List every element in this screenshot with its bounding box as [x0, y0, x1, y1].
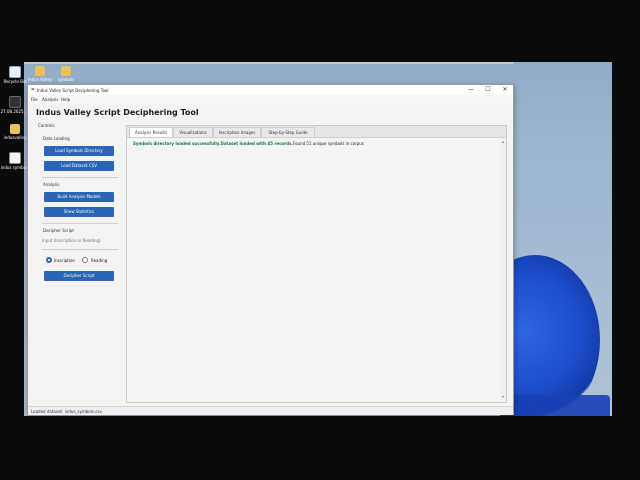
results-scrollbar[interactable]: ▴ ▾ — [500, 139, 506, 400]
analysis-label: Analysis — [43, 182, 60, 187]
divider — [42, 223, 118, 224]
scroll-up-icon[interactable]: ▴ — [500, 139, 506, 145]
file-icon — [9, 96, 21, 108]
close-button[interactable]: ✕ — [499, 86, 511, 94]
folder-icon — [35, 66, 45, 76]
build-models-button[interactable]: Build Analysis Models — [44, 192, 114, 202]
folder-icon — [61, 66, 71, 76]
data-loading-label: Data Loading — [43, 136, 70, 141]
load-symbols-button[interactable]: Load Symbols Directory — [44, 146, 114, 156]
controls-title: Controls — [38, 123, 55, 128]
radio-inscription-label: Inscription — [54, 258, 75, 263]
letterbox-right — [612, 0, 640, 480]
letterbox-top — [0, 0, 640, 62]
decipher-label: Decipher Script — [43, 228, 74, 233]
results-text: Symbols directory loaded successfully.Da… — [133, 141, 364, 146]
maximize-button[interactable]: ☐ — [482, 86, 494, 94]
radio-inscription[interactable] — [46, 257, 52, 263]
tab-step-by-step-guide[interactable]: Step-by-Step Guide — [261, 127, 315, 137]
load-dataset-button[interactable]: Load Dataset CSV — [44, 161, 114, 171]
scroll-down-icon[interactable]: ▾ — [500, 394, 506, 400]
title-bar: ✒ Indus Valley Script Deciphering Tool —… — [28, 85, 513, 95]
show-statistics-button[interactable]: Show Statistics — [44, 207, 114, 217]
tab-visualizations[interactable]: Visualizations — [173, 127, 213, 137]
radio-reading[interactable] — [82, 257, 88, 263]
controls-panel: Controls Data Loading Load Symbols Direc… — [36, 123, 122, 403]
radio-reading-label: Reading — [91, 258, 108, 263]
minimize-button[interactable]: — — [465, 86, 477, 94]
tab-bar: Analysis Results Visualizations Inscript… — [127, 126, 506, 138]
input-underline — [42, 249, 118, 250]
folder-icon — [10, 124, 20, 134]
menu-help[interactable]: Help — [61, 97, 70, 102]
status-text: Loaded dataset: indus_symbols.csv — [31, 409, 102, 414]
menu-analysis[interactable]: Analysis — [42, 97, 58, 102]
feather-icon: ✒ — [31, 87, 36, 93]
letterbox-bottom — [0, 416, 640, 480]
document-icon — [9, 152, 21, 164]
desktop-icon-indus-symbols[interactable]: indus symbols — [0, 152, 30, 170]
desktop-icon-symbols[interactable]: symbols — [51, 66, 81, 82]
status-bar: Loaded dataset: indus_symbols.csv — [28, 406, 513, 415]
decipher-button[interactable]: Decipher Script — [44, 271, 114, 281]
app-window: ✒ Indus Valley Script Deciphering Tool —… — [27, 84, 514, 415]
desktop-icon-date-file[interactable]: 27.08.2025_... — [0, 96, 30, 114]
info-message: Found 51 unique symbols in corpus — [292, 141, 364, 146]
recycle-bin-icon — [9, 66, 21, 78]
tab-analysis-results[interactable]: Analysis Results — [129, 127, 173, 137]
menu-file[interactable]: File — [31, 97, 38, 102]
decipher-input[interactable] — [42, 235, 116, 246]
divider — [42, 177, 118, 178]
results-text-area[interactable]: Symbols directory loaded successfully.Da… — [129, 139, 498, 400]
menu-bar: File Analysis Help — [28, 95, 513, 103]
window-title: Indus Valley Script Deciphering Tool — [37, 88, 109, 93]
app-title: Indus Valley Script Deciphering Tool — [36, 108, 199, 117]
desktop-icon-indusvalley[interactable]: indusvalley — [0, 124, 30, 140]
success-message: Symbols directory loaded successfully.Da… — [133, 141, 293, 146]
tab-inscription-images[interactable]: Inscription Images — [213, 127, 261, 137]
results-pane: Analysis Results Visualizations Inscript… — [126, 125, 507, 403]
